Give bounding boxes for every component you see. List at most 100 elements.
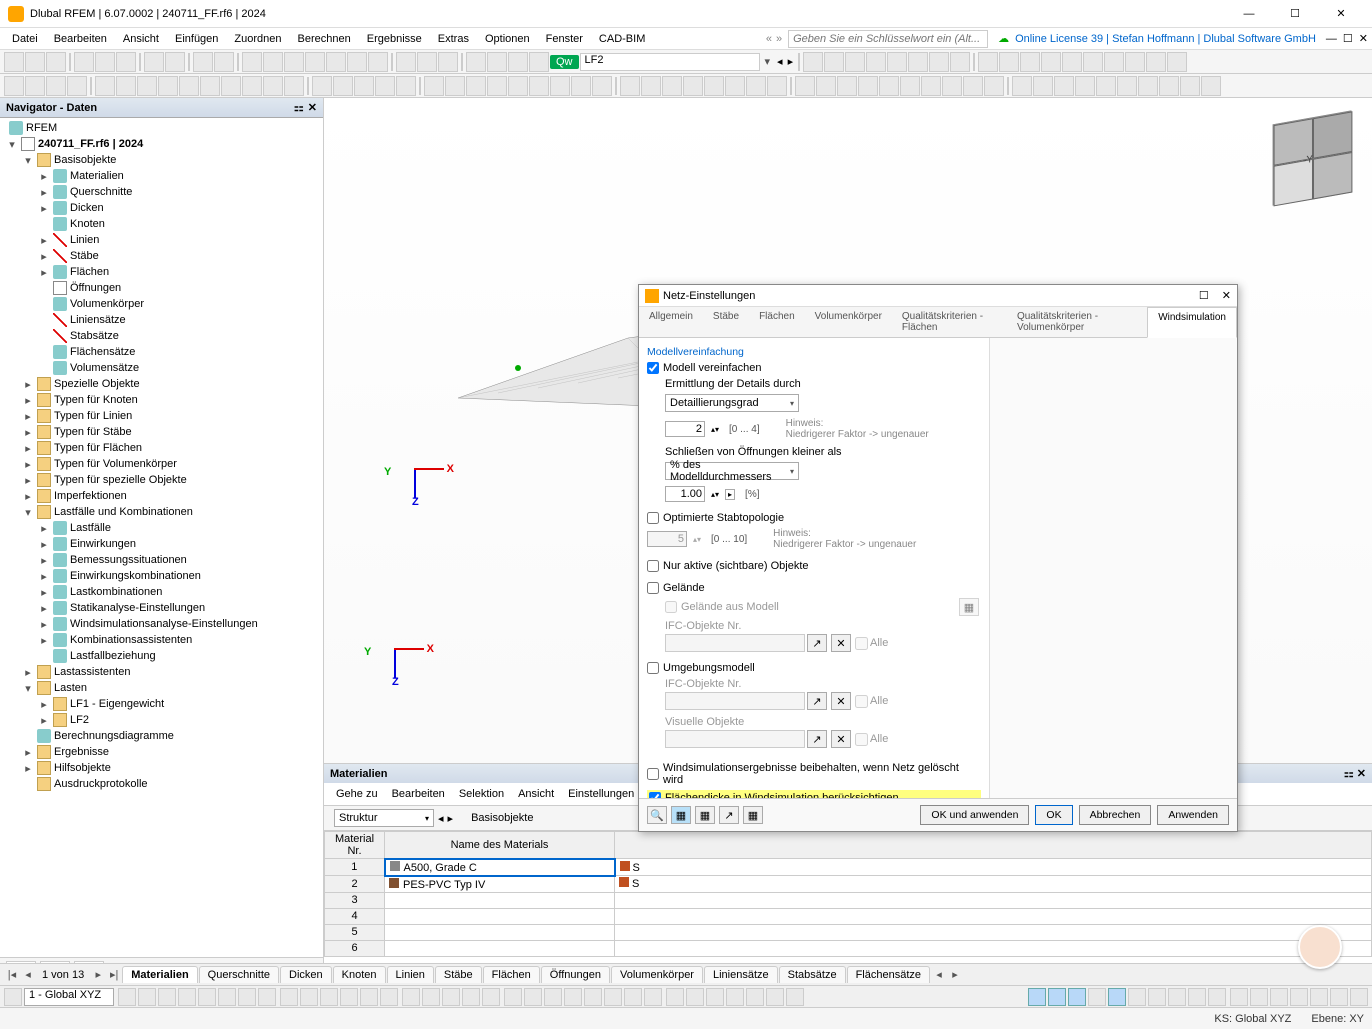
lf-prev[interactable]: ◂: [777, 55, 783, 68]
tb2-17[interactable]: [354, 76, 374, 96]
close-combo[interactable]: % des Modelldurchmessers▾: [665, 462, 799, 480]
lf-next[interactable]: ▸: [788, 55, 794, 68]
tb2-25[interactable]: [529, 76, 549, 96]
dtab-volumen[interactable]: Volumenkörper: [805, 307, 892, 337]
tree-item[interactable]: ▸Windsimulationsanalyse-Einstellungen: [2, 616, 321, 632]
menu-bearbeiten[interactable]: Bearbeiten: [46, 31, 115, 47]
tree-item[interactable]: ▸Typen für spezielle Objekte: [2, 472, 321, 488]
btab-materialien[interactable]: Materialien: [122, 966, 197, 983]
bt-snap5[interactable]: [1108, 988, 1126, 1006]
tree-item[interactable]: Liniensätze: [2, 312, 321, 328]
tb2-7[interactable]: [137, 76, 157, 96]
bt-snap3[interactable]: [1068, 988, 1086, 1006]
btab-staebe[interactable]: Stäbe: [435, 966, 482, 983]
tb2-13[interactable]: [263, 76, 283, 96]
dt-prev[interactable]: ◂: [438, 812, 444, 825]
chk-thickness[interactable]: [649, 792, 661, 798]
tb2-9[interactable]: [179, 76, 199, 96]
tb2-40[interactable]: [858, 76, 878, 96]
tb-copy[interactable]: [193, 52, 213, 72]
tree-item[interactable]: ▸Kombinationsassistenten: [2, 632, 321, 648]
data-menu-settings[interactable]: Einstellungen: [562, 786, 640, 802]
minimize-button[interactable]: —: [1226, 0, 1272, 28]
btab-prev[interactable]: ◂: [20, 968, 36, 981]
bt-1[interactable]: [118, 988, 136, 1006]
btab-flaechen[interactable]: Flächen: [483, 966, 540, 983]
bt-icon1[interactable]: [4, 988, 22, 1006]
tree-item[interactable]: ▸Materialien: [2, 168, 321, 184]
tb-x7[interactable]: [929, 52, 949, 72]
chk-opt-topology[interactable]: [647, 512, 659, 524]
detail-value-input[interactable]: [665, 421, 705, 437]
menu-datei[interactable]: Datei: [4, 31, 46, 47]
bt-4[interactable]: [178, 988, 196, 1006]
tb2-10[interactable]: [200, 76, 220, 96]
tree-item[interactable]: ▸Imperfektionen: [2, 488, 321, 504]
search-nav-prev[interactable]: «: [766, 33, 772, 45]
tree-item[interactable]: ▸Hilfsobjekte: [2, 760, 321, 776]
tb-x2[interactable]: [824, 52, 844, 72]
tree-item[interactable]: Ausdruckprotokolle: [2, 776, 321, 792]
coord-system-select[interactable]: 1 - Global XYZ: [24, 988, 114, 1006]
tree-item[interactable]: ▸Einwirkungen: [2, 536, 321, 552]
nav-close-icon[interactable]: ✕: [308, 101, 317, 114]
bt-snap6[interactable]: [1128, 988, 1146, 1006]
tree-item[interactable]: ▸Stäbe: [2, 248, 321, 264]
bt-2[interactable]: [138, 988, 156, 1006]
menu-fenster[interactable]: Fenster: [538, 31, 591, 47]
table-row[interactable]: 4: [325, 908, 1372, 924]
tb-y7[interactable]: [1104, 52, 1124, 72]
bt-end5[interactable]: [1310, 988, 1328, 1006]
tree-item[interactable]: ▸Typen für Knoten: [2, 392, 321, 408]
table-row[interactable]: 1A500, Grade C S: [325, 859, 1372, 876]
bt-11[interactable]: [320, 988, 338, 1006]
btab-linien[interactable]: Linien: [387, 966, 434, 983]
bt-end2[interactable]: [1250, 988, 1268, 1006]
tb2-34[interactable]: [725, 76, 745, 96]
tree-item[interactable]: Lastfallbeziehung: [2, 648, 321, 664]
tb2-19[interactable]: [396, 76, 416, 96]
btab-stabsaetze[interactable]: Stabsätze: [779, 966, 846, 983]
tb2-32[interactable]: [683, 76, 703, 96]
data-menu-view[interactable]: Ansicht: [512, 786, 560, 802]
search-nav-next[interactable]: »: [776, 33, 782, 45]
tb2-33[interactable]: [704, 76, 724, 96]
bt-snap10[interactable]: [1208, 988, 1226, 1006]
menu-berechnen[interactable]: Berechnen: [290, 31, 359, 47]
tree-item[interactable]: ▸Typen für Volumenkörper: [2, 456, 321, 472]
tb2-6[interactable]: [116, 76, 136, 96]
dtab-windsimulation[interactable]: Windsimulation: [1147, 307, 1237, 338]
data-menu-selection[interactable]: Selektion: [453, 786, 510, 802]
bt-12[interactable]: [340, 988, 358, 1006]
tb2-23[interactable]: [487, 76, 507, 96]
tb2-5[interactable]: [95, 76, 115, 96]
support-avatar[interactable]: [1298, 925, 1342, 969]
tb2-4[interactable]: [67, 76, 87, 96]
tb2-35[interactable]: [746, 76, 766, 96]
data-grid[interactable]: Material Nr.Name des Materials 1A500, Gr…: [324, 831, 1372, 963]
tree-item[interactable]: Berechnungsdiagramme: [2, 728, 321, 744]
tb-save[interactable]: [74, 52, 94, 72]
tb-y9[interactable]: [1146, 52, 1166, 72]
chk-surround[interactable]: [647, 662, 659, 674]
tb-grid6[interactable]: [347, 52, 367, 72]
dt-next[interactable]: ▸: [448, 812, 454, 825]
tb2-21[interactable]: [445, 76, 465, 96]
loadcase-select[interactable]: LF2: [580, 53, 760, 71]
chk-only-active[interactable]: [647, 560, 659, 572]
btab-querschnitte[interactable]: Querschnitte: [199, 966, 279, 983]
bt-snap9[interactable]: [1188, 988, 1206, 1006]
bt-6[interactable]: [218, 988, 236, 1006]
tree-item[interactable]: ▸Typen für Linien: [2, 408, 321, 424]
struct-select[interactable]: Struktur▾: [334, 809, 434, 827]
bt-18[interactable]: [462, 988, 480, 1006]
btn-ok[interactable]: OK: [1035, 805, 1072, 825]
tb2-29[interactable]: [620, 76, 640, 96]
tb-y6[interactable]: [1083, 52, 1103, 72]
bt-9[interactable]: [280, 988, 298, 1006]
tb-paste[interactable]: [214, 52, 234, 72]
bt-27[interactable]: [644, 988, 662, 1006]
dlg-icon3[interactable]: ▦: [695, 806, 715, 824]
detail-combo[interactable]: Detaillierungsgrad▾: [665, 394, 799, 412]
tb-open[interactable]: [25, 52, 45, 72]
